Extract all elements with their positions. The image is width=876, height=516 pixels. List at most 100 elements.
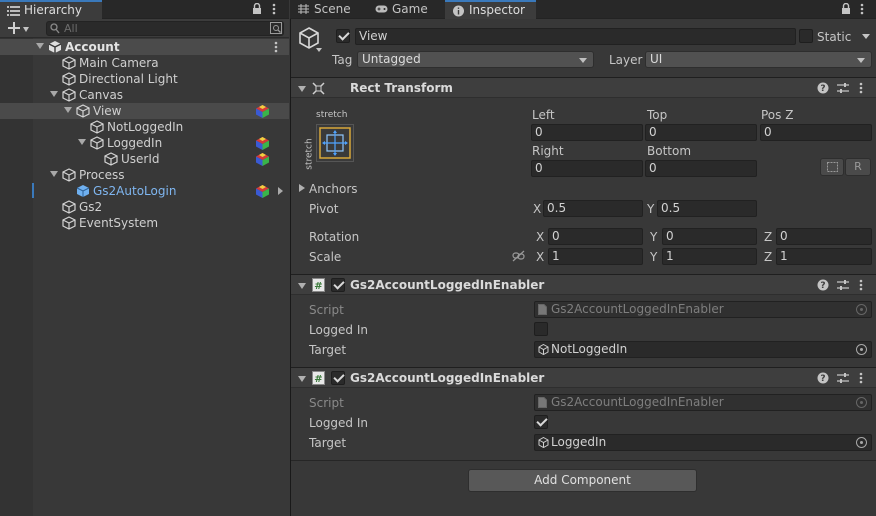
- open-prefab-chevron-icon[interactable]: [278, 187, 283, 195]
- left-input[interactable]: 0: [531, 124, 643, 141]
- component-2-presets-icon[interactable]: [837, 372, 849, 384]
- hierarchy-row-notloggedin[interactable]: NotLoggedIn: [0, 119, 289, 135]
- tab-hierarchy-label: Hierarchy: [24, 3, 83, 17]
- component-2-target-field[interactable]: LoggedIn: [534, 434, 872, 451]
- rotation-x-axis-label[interactable]: X: [536, 229, 544, 245]
- presets-sliders-icon[interactable]: [837, 82, 849, 94]
- add-component-button[interactable]: Add Component: [468, 469, 697, 492]
- inspector-more-icon[interactable]: [860, 3, 864, 15]
- hierarchy-row-loggedin[interactable]: LoggedIn: [0, 135, 289, 151]
- foldout-expanded-icon[interactable]: [50, 171, 58, 177]
- rotation-y-input[interactable]: 0: [662, 228, 757, 245]
- add-icon[interactable]: [8, 22, 20, 34]
- component-2-enabled-checkbox[interactable]: [331, 371, 345, 385]
- anchors-label[interactable]: Anchors: [309, 181, 358, 197]
- component-2-target-picker-icon[interactable]: [856, 437, 867, 448]
- scale-x-axis-label[interactable]: X: [536, 249, 544, 265]
- bottom-input[interactable]: 0: [645, 160, 757, 177]
- component-1-target-field[interactable]: NotLoggedIn: [534, 341, 872, 358]
- component-menu-icon[interactable]: [859, 82, 863, 94]
- component-2-script-field[interactable]: Gs2AccountLoggedInEnabler: [534, 394, 872, 411]
- foldout-expanded-icon[interactable]: [64, 107, 72, 113]
- component-1-logged-in-checkbox[interactable]: [534, 322, 548, 336]
- hierarchy-row-account[interactable]: Account: [0, 39, 289, 55]
- hierarchy-row-process[interactable]: Process: [0, 167, 289, 183]
- scale-z-axis-label[interactable]: Z: [764, 249, 772, 265]
- static-dropdown-arrow-icon[interactable]: [862, 34, 870, 39]
- icon-dropdown-arrow-icon[interactable]: [316, 48, 322, 52]
- hierarchy-row-main-camera[interactable]: Main Camera: [0, 55, 289, 71]
- tag-dropdown[interactable]: Untagged: [357, 51, 594, 68]
- component-2-help-icon[interactable]: ?: [817, 372, 829, 384]
- scale-z-input[interactable]: 1: [776, 248, 872, 265]
- rect-transform-foldout-icon[interactable]: [298, 86, 306, 92]
- scale-label: Scale: [309, 250, 342, 264]
- scale-y-input[interactable]: 1: [662, 248, 757, 265]
- hierarchy-row-userid[interactable]: UserId: [0, 151, 289, 167]
- rect-transform-header[interactable]: Rect Transform: [291, 77, 876, 98]
- hierarchy-row-directional-light[interactable]: Directional Light: [0, 71, 289, 87]
- pivot-x-input[interactable]: 0.5: [543, 200, 643, 217]
- component-1-foldout-icon[interactable]: [298, 283, 306, 289]
- component-2-logged-in-checkbox[interactable]: [534, 415, 548, 429]
- right-input[interactable]: 0: [531, 160, 643, 177]
- top-input[interactable]: 0: [645, 124, 757, 141]
- component-1-menu-icon[interactable]: [859, 279, 863, 291]
- component-1-enabled-checkbox[interactable]: [331, 278, 345, 292]
- gameobject-name-input[interactable]: View: [355, 28, 796, 45]
- tab-inspector[interactable]: Inspector: [445, 0, 536, 19]
- help-icon[interactable]: ?: [817, 82, 829, 94]
- tab-scene[interactable]: Scene: [290, 0, 368, 19]
- tab-hierarchy[interactable]: Hierarchy: [0, 0, 102, 19]
- component-1-target-picker-icon[interactable]: [856, 344, 867, 355]
- scale-x-input[interactable]: 1: [548, 248, 643, 265]
- hierarchy-row-canvas[interactable]: Canvas: [0, 87, 289, 103]
- gamepad-icon: [375, 5, 388, 13]
- more-menu-icon[interactable]: [272, 3, 276, 15]
- component-1-help-icon[interactable]: ?: [817, 279, 829, 291]
- gameobject-cube-icon[interactable]: [298, 26, 320, 50]
- gameobject-active-checkbox[interactable]: [336, 29, 350, 43]
- posz-input[interactable]: 0: [760, 124, 872, 141]
- foldout-expanded-icon[interactable]: [50, 91, 58, 97]
- hierarchy-row-label: LoggedIn: [107, 136, 163, 150]
- hierarchy-row-gs2[interactable]: Gs2: [0, 199, 289, 215]
- blueprint-mode-button[interactable]: [820, 158, 844, 176]
- rotation-x-input[interactable]: 0: [548, 228, 643, 245]
- foldout-expanded-icon[interactable]: [78, 139, 86, 145]
- svg-text:?: ?: [820, 84, 825, 94]
- rotation-z-axis-label[interactable]: Z: [764, 229, 772, 245]
- component-1-presets-icon[interactable]: [837, 279, 849, 291]
- tab-game[interactable]: Game: [368, 0, 445, 19]
- component-2-header[interactable]: # Gs2AccountLoggedInEnabler: [291, 367, 876, 388]
- scene-menu-icon[interactable]: [274, 41, 278, 53]
- component-2-menu-icon[interactable]: [859, 372, 863, 384]
- hierarchy-row-view[interactable]: View: [0, 103, 289, 119]
- layer-dropdown[interactable]: UI: [645, 51, 872, 68]
- inspector-lock-icon[interactable]: [841, 3, 851, 15]
- raw-edit-button[interactable]: R: [845, 158, 871, 176]
- hierarchy-search-input[interactable]: [46, 21, 284, 36]
- pivot-y-axis-label[interactable]: Y: [647, 201, 654, 217]
- foldout-expanded-icon[interactable]: [36, 43, 44, 49]
- component-1-script-field[interactable]: Gs2AccountLoggedInEnabler: [534, 301, 872, 318]
- pivot-y-input[interactable]: 0.5: [657, 200, 757, 217]
- rotation-z-input[interactable]: 0: [776, 228, 872, 245]
- anchors-foldout-icon[interactable]: [299, 184, 305, 192]
- pivot-label: Pivot: [309, 202, 339, 216]
- component-2-foldout-icon[interactable]: [298, 376, 306, 382]
- pivot-x-axis-label[interactable]: X: [533, 201, 541, 217]
- anchor-presets-button[interactable]: [316, 124, 354, 162]
- rotation-y-axis-label[interactable]: Y: [650, 229, 657, 245]
- scene-search-icon[interactable]: [270, 22, 282, 34]
- static-checkbox[interactable]: [799, 29, 813, 43]
- scale-y-axis-label[interactable]: Y: [650, 249, 657, 265]
- lock-icon[interactable]: [252, 3, 262, 15]
- component-2-script-picker-icon[interactable]: [856, 397, 867, 408]
- hierarchy-row-gs2autologin[interactable]: Gs2AutoLogin: [0, 183, 289, 199]
- constrain-proportions-link-icon[interactable]: [512, 250, 525, 262]
- add-dropdown-arrow-icon[interactable]: [23, 27, 29, 32]
- hierarchy-row-eventsystem[interactable]: EventSystem: [0, 215, 289, 231]
- component-1-header[interactable]: # Gs2AccountLoggedInEnabler: [291, 274, 876, 295]
- component-1-script-picker-icon[interactable]: [856, 304, 867, 315]
